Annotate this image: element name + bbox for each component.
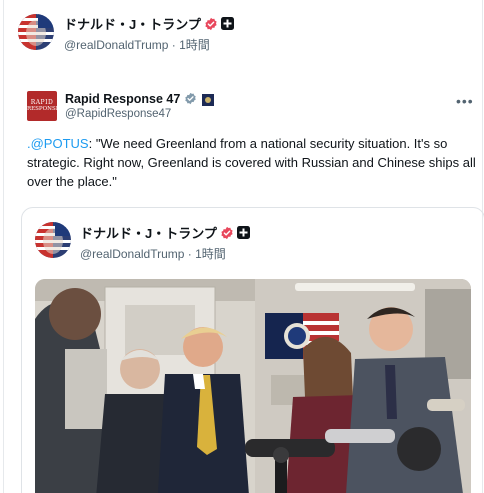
- post-photo[interactable]: [35, 279, 471, 493]
- embedded-handle-time[interactable]: @realDonaldTrump · 1時間: [80, 245, 226, 262]
- verified-badge-icon: [204, 17, 218, 31]
- rapid-response-logo[interactable]: RAPID RESPONSE: [27, 91, 57, 121]
- quoted-display-name[interactable]: Rapid Response 47: [65, 92, 180, 106]
- embedded-name-row: ドナルド・J・トランプ: [80, 223, 250, 242]
- quoted-post[interactable]: RAPID RESPONSE Rapid Response 47 @RapidR…: [25, 85, 477, 191]
- gray-verified-badge-icon: [184, 92, 198, 106]
- post-handle-time[interactable]: @realDonaldTrump · 1時間: [64, 36, 210, 53]
- embedded-display-name[interactable]: ドナルド・J・トランプ: [80, 223, 217, 242]
- affiliate-badge-icon: [220, 17, 234, 30]
- display-name[interactable]: ドナルド・J・トランプ: [64, 14, 201, 33]
- tweet-card[interactable]: ドナルド・J・トランプ @realDonaldTrump · 1時間 RAPID…: [3, 0, 484, 493]
- affiliate-badge-icon: [236, 226, 250, 239]
- quoted-handle[interactable]: @RapidResponse47: [65, 108, 171, 120]
- verified-badge-icon: [220, 226, 234, 240]
- avatar[interactable]: [35, 222, 71, 258]
- quoted-name-row: Rapid Response 47: [65, 92, 215, 106]
- tweet-body: : "We need Greenland from a national sec…: [27, 136, 476, 189]
- avatar[interactable]: [18, 14, 54, 50]
- tweet-text: .@POTUS: "We need Greenland from a natio…: [27, 134, 477, 191]
- seal-badge-icon: [202, 93, 215, 106]
- more-icon[interactable]: •••: [456, 93, 474, 109]
- post-name-row: ドナルド・J・トランプ: [64, 14, 234, 33]
- mention-link[interactable]: .@POTUS: [27, 136, 89, 151]
- embedded-post-card[interactable]: ドナルド・J・トランプ @realDonaldTrump · 1時間: [21, 207, 484, 493]
